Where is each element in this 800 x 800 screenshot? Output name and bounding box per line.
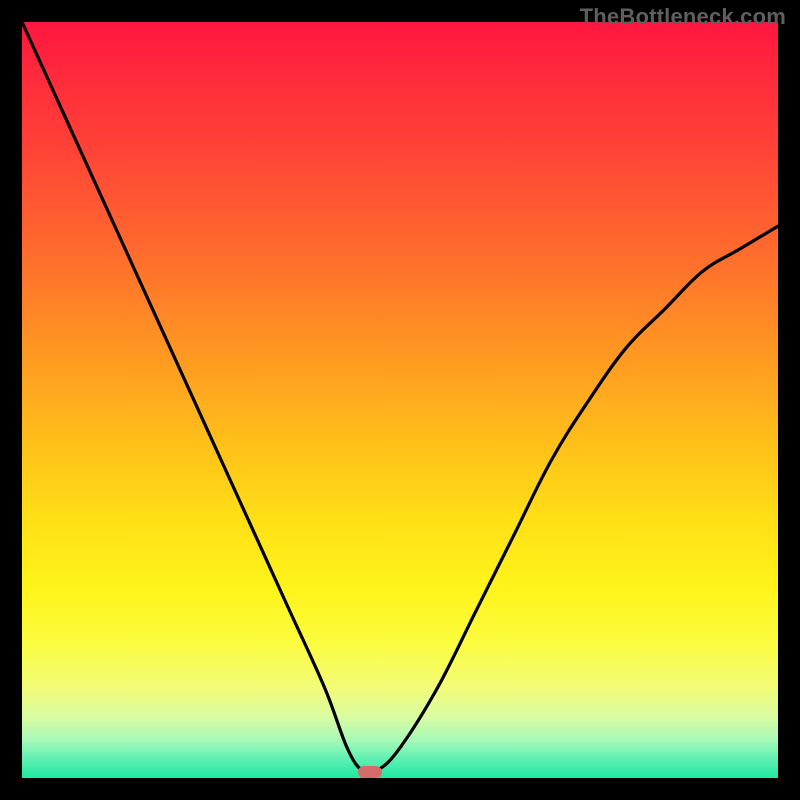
bottleneck-curve	[22, 22, 778, 778]
watermark-text: TheBottleneck.com	[580, 4, 786, 30]
plot-area	[22, 22, 778, 778]
minimum-marker	[358, 766, 382, 778]
chart-frame: TheBottleneck.com	[0, 0, 800, 800]
